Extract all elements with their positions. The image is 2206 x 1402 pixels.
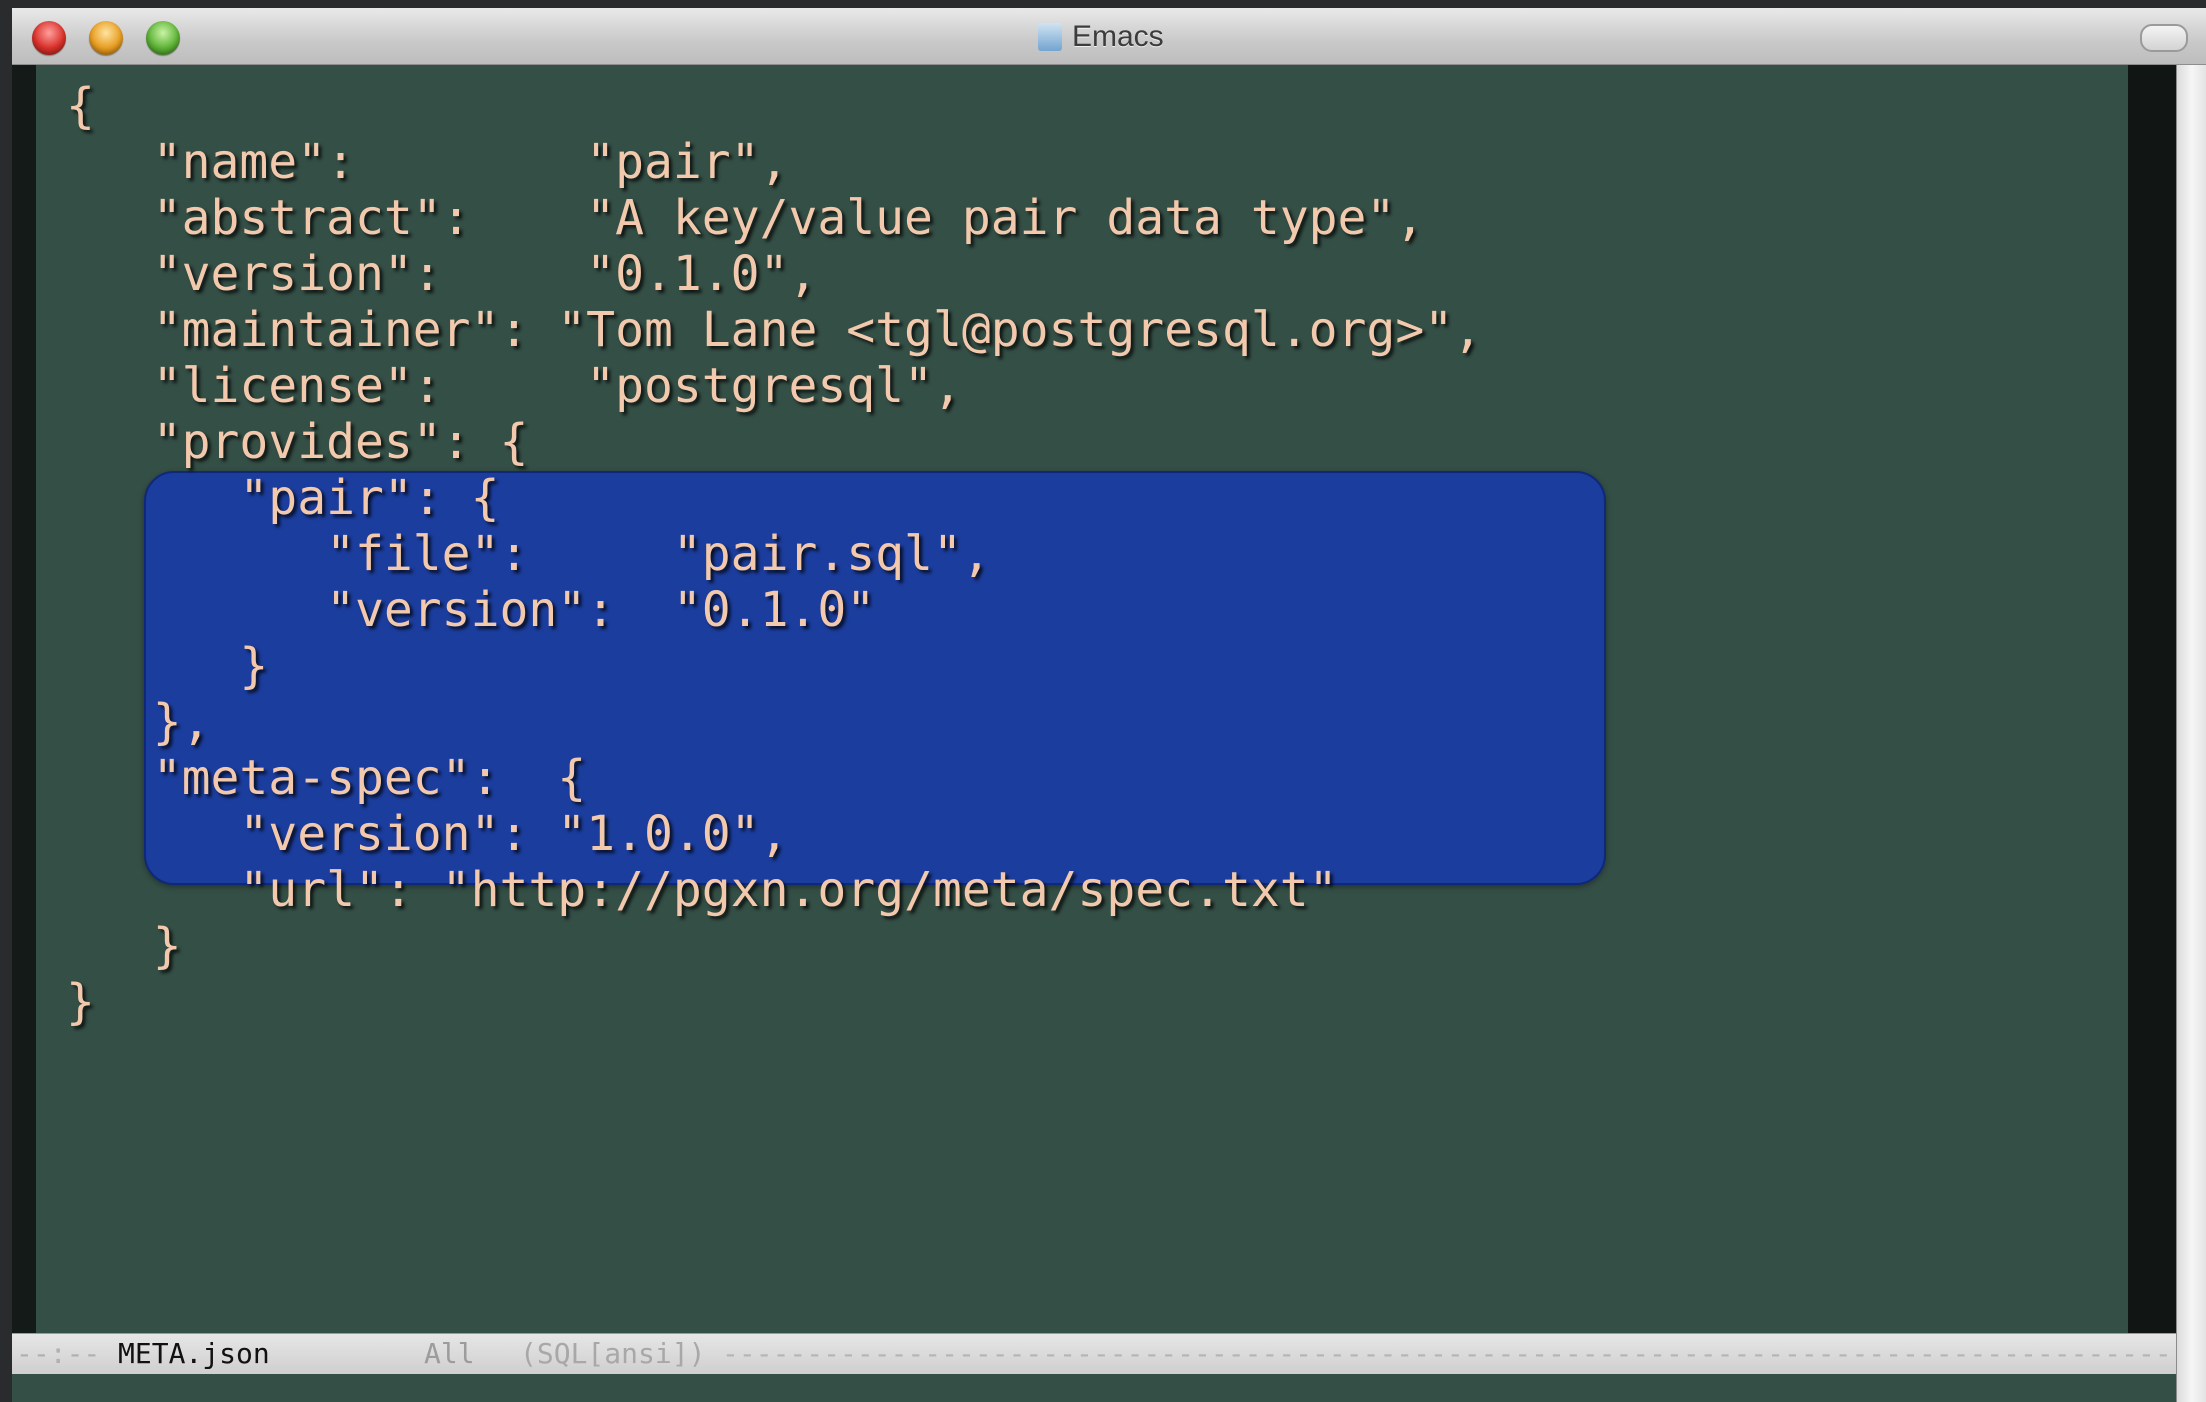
major-mode[interactable]: (SQL[ansi])	[520, 1334, 705, 1374]
right-fringe	[2128, 65, 2176, 1333]
emacs-window: Emacs { "name": "pair", "abstract": "A k…	[12, 8, 2206, 1402]
buffer-name[interactable]: META.json	[118, 1334, 270, 1374]
close-button[interactable]	[32, 21, 66, 55]
modeline-fill: ----------------------------------------…	[722, 1337, 2176, 1370]
code-line: "url": "http://pgxn.org/meta/spec.txt"	[66, 862, 1338, 918]
vertical-scrollbar[interactable]	[2176, 65, 2206, 1402]
buffer-position: All	[424, 1337, 475, 1370]
code-line: }	[66, 974, 95, 1030]
document-icon	[1038, 23, 1062, 51]
window-title: Emacs	[1072, 20, 1164, 53]
minibuffer[interactable]	[12, 1374, 2176, 1402]
title-bar[interactable]: Emacs	[12, 8, 2206, 65]
editor-buffer[interactable]: { "name": "pair", "abstract": "A key/val…	[36, 65, 2128, 1333]
toolbar-toggle-button[interactable]	[2140, 24, 2188, 52]
left-fringe	[12, 65, 36, 1333]
mode-line: --:-- META.json All (SQL[ansi]) --------…	[12, 1333, 2176, 1375]
modeline-status: --:--	[16, 1337, 101, 1370]
minimize-button[interactable]	[89, 21, 123, 55]
zoom-button[interactable]	[146, 21, 180, 55]
